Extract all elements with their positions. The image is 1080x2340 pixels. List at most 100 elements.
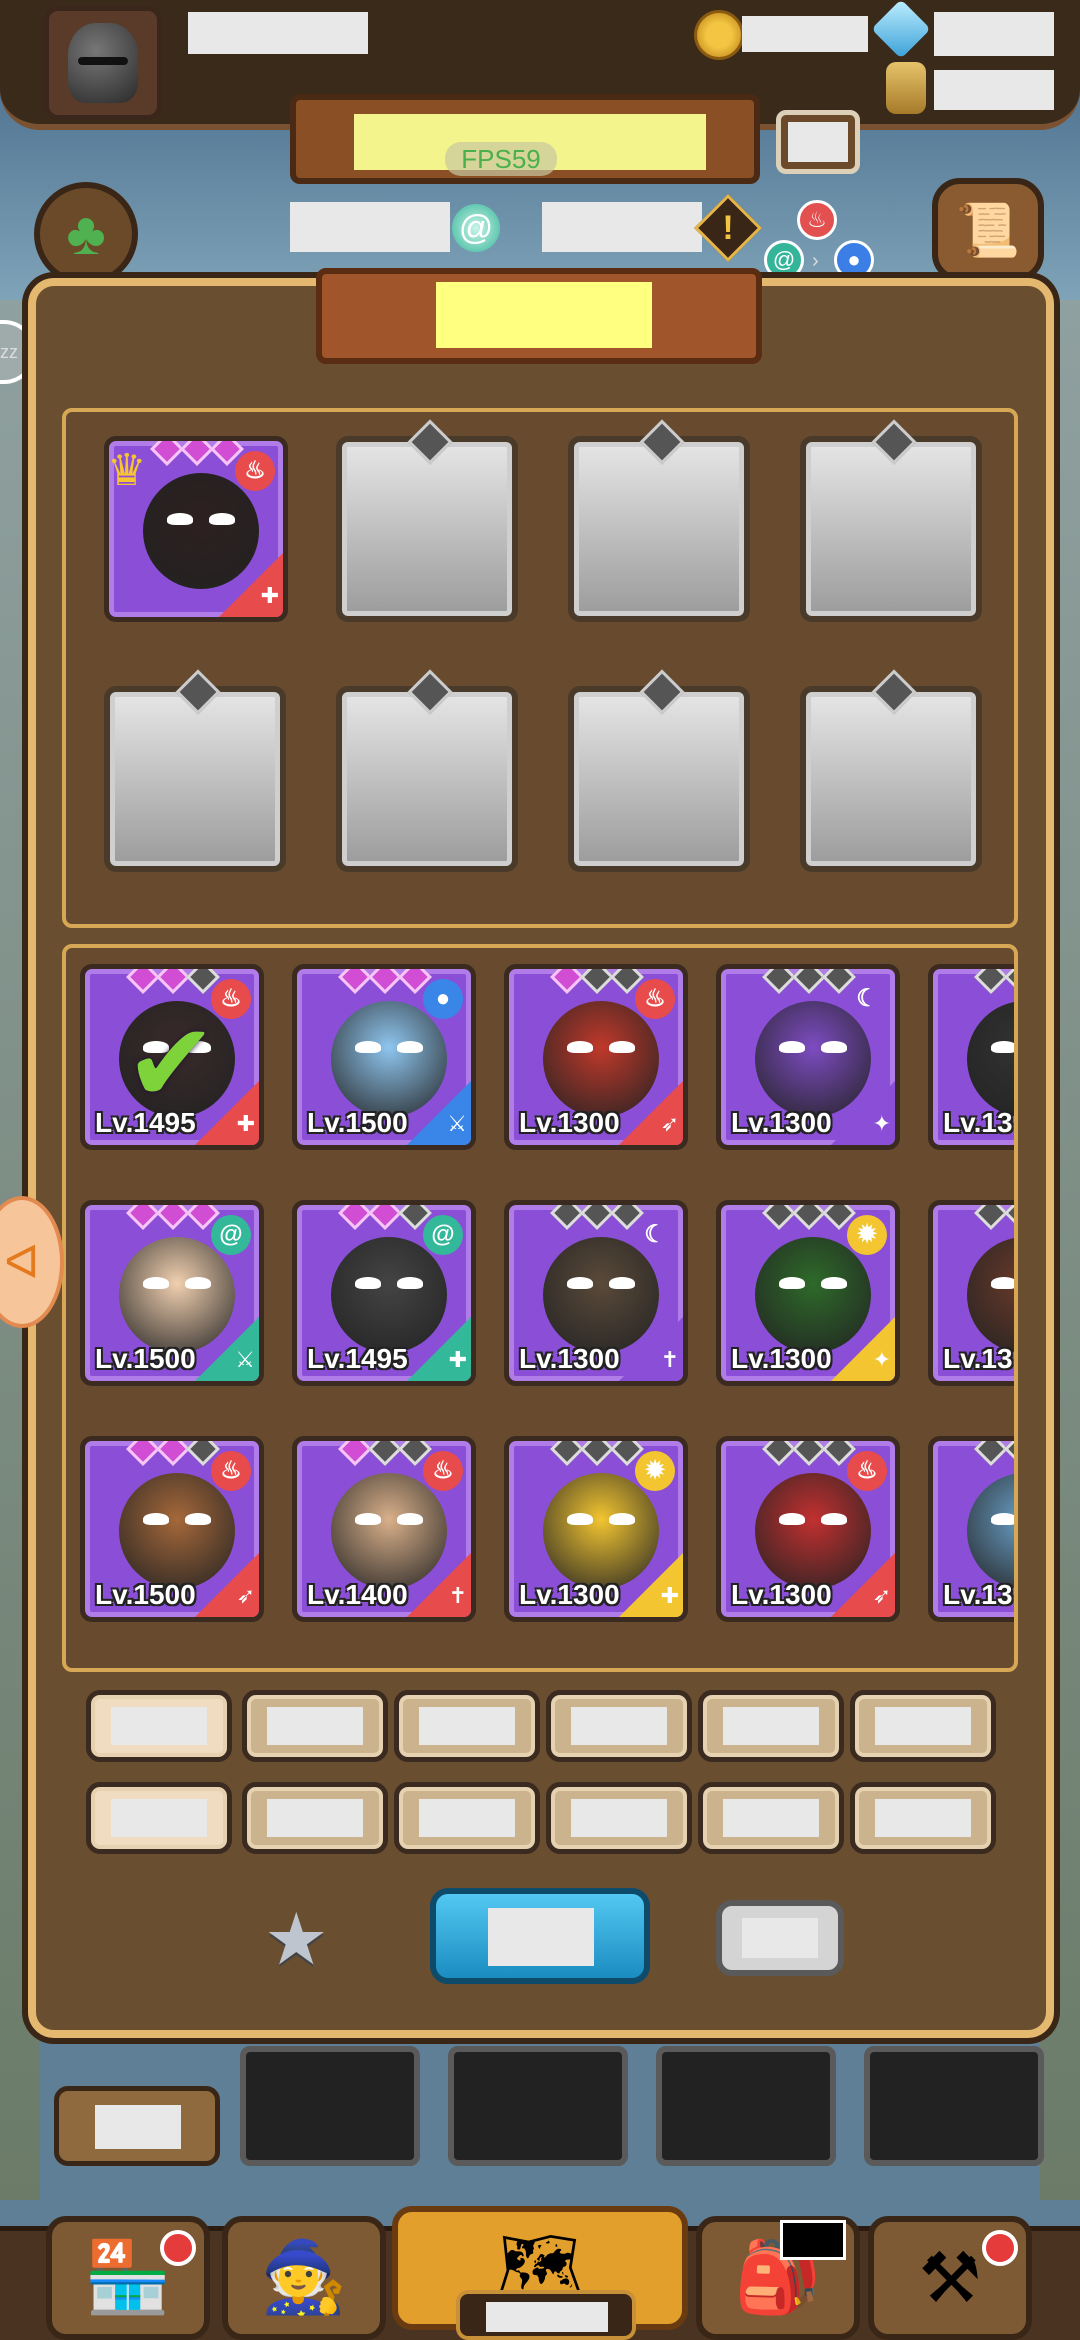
filter-button[interactable] <box>394 1690 540 1762</box>
hero-eye <box>167 513 193 525</box>
filter-button[interactable] <box>86 1690 232 1762</box>
rank-star-icon <box>368 969 402 994</box>
hero-card[interactable]: ♨⚔Lv.13 <box>928 964 1014 1150</box>
hero-eye <box>567 1513 593 1525</box>
star-rating <box>762 969 856 994</box>
party-slot-empty[interactable] <box>800 686 982 872</box>
filter-button[interactable] <box>546 1690 692 1762</box>
stat-left <box>290 202 450 252</box>
nav-crafting-button[interactable]: ⚒ <box>868 2216 1032 2340</box>
party-slot-filled[interactable]: ♨ ✚ ♛ <box>104 436 288 622</box>
hero-card[interactable]: ●⚔Lv.13 <box>928 1436 1014 1622</box>
hero-eye <box>143 1277 169 1289</box>
hero-card[interactable]: ✹ ✚ Lv.1300 <box>504 1436 688 1622</box>
hero-card[interactable]: ♨ ➶ Lv.1500 <box>80 1436 264 1622</box>
filter-button[interactable] <box>86 1782 232 1854</box>
star-rating <box>974 1205 1014 1230</box>
gem-amount <box>934 12 1054 56</box>
confirm-button[interactable] <box>430 1888 650 1984</box>
rank-star-icon <box>550 1205 584 1230</box>
filter-button[interactable] <box>850 1782 996 1854</box>
star-rating <box>550 1441 644 1466</box>
party-slot-empty[interactable] <box>568 686 750 872</box>
cancel-button[interactable] <box>716 1900 844 1976</box>
hero-card[interactable]: ♨ ➶ Lv.1300 <box>504 964 688 1150</box>
party-slot-empty[interactable] <box>800 436 982 622</box>
rank-star-icon <box>126 1441 160 1466</box>
clover-button[interactable]: ♣ <box>34 182 138 286</box>
notification-dot <box>160 2230 196 2266</box>
hero-roster-grid[interactable]: ♨✚Lv.1495✔●⚔Lv.1500♨➶Lv.1300☾✦Lv.1300♨⚔L… <box>62 944 1018 1672</box>
hero-level: Lv.1400 <box>307 1579 408 1610</box>
rank-star-icon <box>338 969 372 994</box>
hero-eye <box>567 1277 593 1289</box>
class-glyph: ✦ <box>872 1111 891 1136</box>
filter-button-label <box>419 1799 515 1837</box>
rank-star-icon <box>792 1441 826 1466</box>
quest-scroll-button[interactable]: 📜 <box>932 178 1044 282</box>
hero-card[interactable]: ☾ ✦ Lv.1300 <box>716 964 900 1150</box>
hero-card[interactable]: ☾ ✝ Lv.1300 <box>504 1200 688 1386</box>
party-slot-empty[interactable] <box>568 436 750 622</box>
filter-button[interactable] <box>546 1782 692 1854</box>
hero-card[interactable]: @ ✚ Lv.1495 <box>292 1200 476 1386</box>
filter-button[interactable] <box>242 1782 388 1854</box>
party-slot-empty[interactable] <box>336 436 518 622</box>
rank-star-icon <box>580 1441 614 1466</box>
rank-star-icon <box>1004 1441 1014 1466</box>
nav-shop-button[interactable]: 🏪 <box>46 2216 210 2340</box>
hero-eye <box>821 1513 847 1525</box>
hero-eye <box>355 1513 381 1525</box>
top-small-button[interactable] <box>776 110 860 174</box>
nav-heroes-button[interactable]: 🧙 <box>222 2216 386 2340</box>
rank-star-icon <box>580 1205 614 1230</box>
background-slot <box>240 2046 420 2166</box>
player-name <box>188 12 368 54</box>
class-glyph: ➶ <box>660 1111 679 1136</box>
fire-element-icon: ♨ <box>635 979 675 1019</box>
hero-card[interactable]: ♨ ➶ Lv.1300 <box>716 1436 900 1622</box>
player-avatar[interactable] <box>44 6 162 120</box>
hero-eye <box>397 1513 423 1525</box>
filter-button-label <box>267 1707 363 1745</box>
crafting-hammer-icon: ⚒ <box>918 2239 982 2317</box>
bottom-left-button[interactable] <box>54 2086 220 2166</box>
panel-title <box>436 282 652 348</box>
rank-star-icon <box>974 1441 1008 1466</box>
filter-button-label <box>571 1707 667 1745</box>
filter-button[interactable] <box>698 1782 844 1854</box>
hero-card[interactable]: ♨ ✚ Lv.1495 ✔ <box>80 964 264 1150</box>
support-class-icon: ✝ <box>407 1553 471 1617</box>
filter-button[interactable] <box>242 1690 388 1762</box>
rank-star-icon <box>180 441 214 466</box>
class-glyph: ✚ <box>260 583 279 608</box>
hero-portrait <box>967 1237 1014 1353</box>
melee-class-icon: ⚔ <box>195 1317 259 1381</box>
light-element-icon: ✹ <box>635 1451 675 1491</box>
filter-button[interactable] <box>698 1690 844 1762</box>
rank-star-icon <box>550 969 584 994</box>
hero-icon: 🧙 <box>260 2238 348 2316</box>
rank-star-icon <box>762 1205 796 1230</box>
hero-card[interactable]: @ ⚔ Lv.1500 <box>80 1200 264 1386</box>
hero-card[interactable]: ● ⚔ Lv.1500 <box>292 964 476 1150</box>
star-rating <box>974 969 1014 994</box>
gold-coin-icon <box>694 10 744 60</box>
rank-star-icon <box>150 441 184 466</box>
rank-star-icon <box>580 969 614 994</box>
leader-crown-icon: ♛ <box>107 446 147 495</box>
filter-button[interactable] <box>850 1690 996 1762</box>
party-slot-empty[interactable] <box>336 686 518 872</box>
class-glyph: ✚ <box>236 1111 255 1136</box>
filter-button-label <box>723 1799 819 1837</box>
mage-class-icon: ✦ <box>831 1081 895 1145</box>
party-slot-empty[interactable] <box>104 686 286 872</box>
wind-element-icon: @ <box>452 204 500 252</box>
hero-card[interactable]: ✹ ✦ Lv.1300 <box>716 1200 900 1386</box>
hero-card[interactable]: ♨⚔Lv.13 <box>928 1200 1014 1386</box>
filter-button[interactable] <box>394 1782 540 1854</box>
hero-eye <box>991 1041 1014 1053</box>
hero-card[interactable]: ♨ ✝ Lv.1400 <box>292 1436 476 1622</box>
inventory-label <box>780 2220 846 2260</box>
favorite-star-icon[interactable]: ★ <box>264 1904 336 1976</box>
